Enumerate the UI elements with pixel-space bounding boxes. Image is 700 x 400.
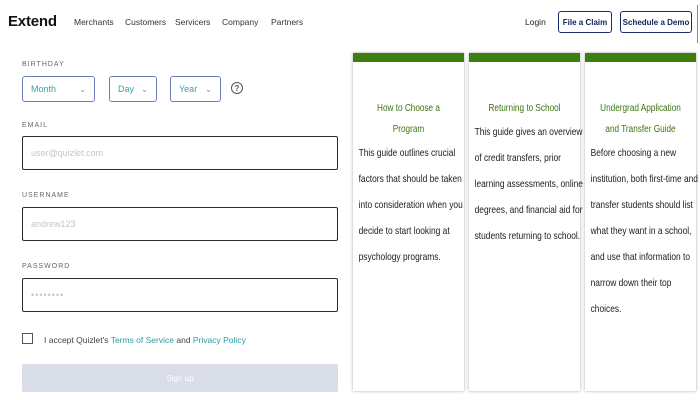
guide-card[interactable]: Returning to School This guide gives an … [469, 53, 583, 391]
password-placeholder: •••••••• [31, 290, 65, 300]
terms-prefix: I accept Quizlet's [44, 335, 109, 345]
privacy-policy-link[interactable]: Privacy Policy [193, 335, 246, 345]
card-body: This guide outlines crucial factors that… [358, 147, 463, 263]
extend-logo[interactable]: Extend [8, 13, 57, 30]
day-select[interactable]: Day ⌄ [109, 76, 157, 102]
card-accent-bar [469, 53, 580, 62]
card-accent-bar [353, 53, 464, 62]
login-link[interactable]: Login [525, 17, 546, 27]
card-title[interactable]: Undergrad Application and Transfer Guide [595, 98, 686, 140]
nav-customers[interactable]: Customers [125, 17, 166, 27]
chevron-down-icon: ⌄ [205, 84, 212, 94]
year-select-value: Year [179, 84, 198, 94]
birthday-label: BIRTHDAY [22, 61, 65, 68]
terms-of-service-link[interactable]: Terms of Service [111, 335, 174, 345]
help-icon[interactable]: ? [231, 82, 243, 94]
nav-company[interactable]: Company [222, 17, 258, 27]
card-title[interactable]: How to Choose a Program [363, 98, 454, 140]
email-placeholder: user@quizlet.com [31, 148, 104, 158]
username-field[interactable]: andrew123 [22, 207, 338, 241]
nav-partners[interactable]: Partners [271, 17, 303, 27]
guide-card[interactable]: How to Choose a Program This guide outli… [353, 53, 464, 391]
file-claim-button[interactable]: File a Claim [558, 11, 612, 33]
divider [697, 5, 698, 43]
terms-checkbox[interactable] [22, 333, 33, 344]
year-select[interactable]: Year ⌄ [170, 76, 221, 102]
signup-button[interactable]: Sign up [22, 364, 338, 392]
email-label: EMAIL [22, 122, 49, 129]
chevron-down-icon: ⌄ [79, 84, 86, 94]
month-select[interactable]: Month ⌄ [22, 76, 95, 102]
month-select-value: Month [31, 84, 57, 94]
password-field[interactable]: •••••••• [22, 278, 338, 312]
username-placeholder: andrew123 [31, 219, 76, 229]
guide-card[interactable]: Undergrad Application and Transfer Guide… [585, 53, 698, 391]
chevron-down-icon: ⌄ [141, 84, 148, 94]
schedule-demo-button[interactable]: Schedule a Demo [620, 11, 692, 33]
day-select-value: Day [118, 84, 135, 94]
nav-servicers[interactable]: Servicers [175, 17, 210, 27]
username-label: USERNAME [22, 192, 70, 199]
card-title[interactable]: Returning to School [479, 98, 570, 119]
terms-and: and [176, 335, 191, 345]
card-body: This guide gives an overview of credit t… [474, 126, 583, 242]
nav-merchants[interactable]: Merchants [74, 17, 114, 27]
card-body: Before choosing a new institution, both … [590, 147, 698, 315]
top-nav: Extend Merchants Customers Servicers Com… [0, 0, 700, 46]
password-label: PASSWORD [22, 263, 71, 270]
card-accent-bar [585, 53, 696, 62]
email-field[interactable]: user@quizlet.com [22, 136, 338, 170]
terms-text: I accept Quizlet's Terms of Service and … [44, 335, 246, 345]
